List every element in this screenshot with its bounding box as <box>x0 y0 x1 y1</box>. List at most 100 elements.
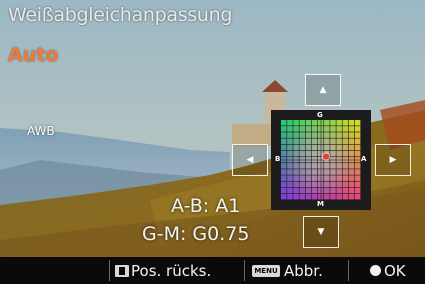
reset-button[interactable]: Pos. rücks. <box>115 257 211 284</box>
grid-cell <box>287 126 293 132</box>
grid-cell <box>305 138 312 145</box>
grid-cell <box>311 132 318 138</box>
grid-cell <box>281 193 287 200</box>
grid-cell <box>336 126 342 132</box>
grid-cell <box>324 126 330 132</box>
ok-label: OK <box>384 261 406 280</box>
grid-cell <box>336 175 342 181</box>
ok-dot-icon <box>370 265 381 276</box>
wb-shift-grid[interactable]: G M B A <box>271 110 371 210</box>
grid-cell <box>287 132 293 138</box>
grid-cell <box>342 150 349 157</box>
grid-cell <box>287 156 293 163</box>
grid-cell <box>330 163 336 169</box>
grid-cell <box>305 175 312 181</box>
shift-green-button[interactable]: ▲ <box>305 74 341 106</box>
grid-cell <box>311 175 318 181</box>
grid-cell <box>336 132 342 138</box>
ok-button[interactable]: OK <box>370 257 406 284</box>
shift-amber-button[interactable]: ▶ <box>375 144 411 176</box>
bottom-bar: Pos. rücks. MENU Abbr. OK <box>0 257 425 284</box>
shift-cursor[interactable] <box>322 152 330 161</box>
grid-cell <box>330 181 336 188</box>
grid-cell <box>305 132 312 138</box>
grid-cell <box>311 156 318 163</box>
grid-cell <box>293 156 299 163</box>
grid-cell <box>324 169 330 175</box>
grid-cell <box>348 138 355 145</box>
grid-cell <box>330 144 336 151</box>
grid-cell <box>336 169 342 175</box>
grid-cell <box>305 181 312 188</box>
grid-cell <box>354 181 361 188</box>
grid-cell <box>348 144 355 151</box>
grid-cell <box>348 169 355 175</box>
grid-cell <box>336 120 342 126</box>
grid-cell <box>317 175 324 181</box>
grid-cell <box>287 150 293 157</box>
triangle-up-icon: ▲ <box>319 85 327 95</box>
grid-cell <box>324 181 330 188</box>
grid-cell <box>293 144 299 151</box>
grid-cell <box>299 150 306 157</box>
grid-cell <box>317 187 324 194</box>
grid-cell <box>342 144 349 151</box>
grid-cell <box>348 187 355 194</box>
grid-label-blue: B <box>275 155 281 163</box>
grid-cell <box>293 181 299 188</box>
grid-cell <box>281 120 287 126</box>
grid-cell <box>324 163 330 169</box>
grid-cell <box>324 120 330 126</box>
grid-cell <box>311 144 318 151</box>
grid-cell <box>293 193 299 200</box>
grid-cell <box>281 187 287 194</box>
grid-cell <box>348 156 355 163</box>
grid-cell <box>330 187 336 194</box>
grid-cell <box>281 175 287 181</box>
shift-blue-button[interactable]: ◀ <box>232 144 268 176</box>
grid-cell <box>287 144 293 151</box>
grid-cell <box>287 175 293 181</box>
grid-cell <box>317 132 324 138</box>
grid-cell <box>305 144 312 151</box>
grid-cell <box>342 193 349 200</box>
grid-cell <box>299 138 306 145</box>
cancel-button[interactable]: MENU Abbr. <box>252 257 323 284</box>
grid-cell <box>281 138 287 145</box>
shift-magenta-button[interactable]: ▼ <box>303 216 339 248</box>
grid-cell <box>311 120 318 126</box>
grid-cell <box>324 138 330 145</box>
grid-cell <box>311 126 318 132</box>
grid-cell <box>305 187 312 194</box>
grid-cell <box>342 120 349 126</box>
grid-cell <box>330 120 336 126</box>
grid-cell <box>317 120 324 126</box>
grid-cell <box>305 120 312 126</box>
grid-cell <box>311 163 318 169</box>
grid-cell <box>330 193 336 200</box>
grid-cell <box>324 132 330 138</box>
grid-cell <box>293 187 299 194</box>
trash-icon <box>115 264 129 277</box>
grid-cell <box>354 175 361 181</box>
grid-cell <box>342 163 349 169</box>
grid-cell <box>324 193 330 200</box>
triangle-left-icon: ◀ <box>246 155 254 165</box>
grid-cell <box>287 181 293 188</box>
grid-cell <box>287 138 293 145</box>
divider <box>348 260 349 281</box>
grid-cell <box>348 193 355 200</box>
grid-cell <box>305 163 312 169</box>
grid-cell <box>317 193 324 200</box>
camera-screen: Weißabgleichanpassung Auto AWB ▲ ▼ ◀ ▶ G… <box>0 0 425 284</box>
grid-cell <box>348 181 355 188</box>
grid-cell <box>287 120 293 126</box>
grid-cell <box>299 156 306 163</box>
grid-cell <box>281 169 287 175</box>
grid-cell <box>354 132 361 138</box>
grid-cell <box>287 193 293 200</box>
grid-cell <box>348 132 355 138</box>
grid-cell <box>336 156 342 163</box>
screen-title: Weißabgleichanpassung <box>8 4 233 26</box>
grid-cell <box>317 126 324 132</box>
